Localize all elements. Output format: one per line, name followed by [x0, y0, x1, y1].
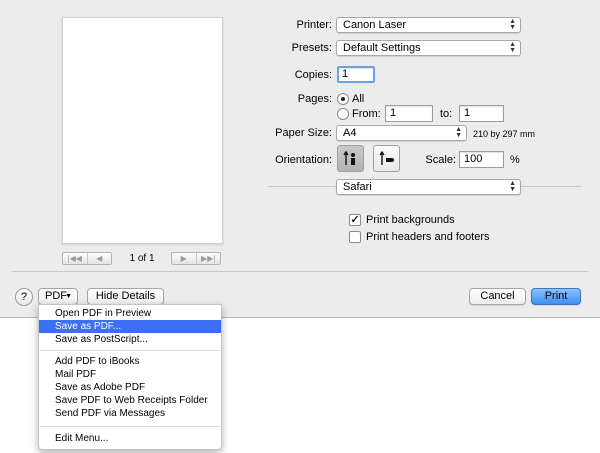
pages-from-label: From:: [352, 108, 381, 120]
copies-label: Copies:: [294, 69, 332, 81]
print-dialog: |◀◀ ◀ 1 of 1 ▶ ▶▶| Printer: Canon Laser …: [0, 0, 600, 318]
preview-back-buttons: |◀◀ ◀: [62, 252, 112, 265]
pages-to-field[interactable]: 1: [459, 105, 504, 122]
pdf-menu-button[interactable]: PDF ▼: [38, 288, 78, 305]
menu-separator: [40, 350, 220, 351]
menu-item-save-pdf-web-receipts[interactable]: Save PDF to Web Receipts Folder: [39, 394, 221, 407]
first-page-icon[interactable]: |◀◀: [63, 253, 87, 264]
paper-size-value: A4: [343, 127, 357, 139]
app-section-popup[interactable]: Safari ▲ ▼: [336, 179, 521, 195]
printer-label: Printer:: [296, 19, 332, 31]
presets-popup[interactable]: Default Settings ▲ ▼: [336, 40, 521, 56]
pages-all-radio[interactable]: [337, 93, 349, 105]
menu-item-save-as-postscript[interactable]: Save as PostScript...: [39, 333, 221, 346]
popup-arrows-icon: ▲ ▼: [509, 18, 516, 31]
menu-separator: [40, 426, 220, 427]
popup-arrows-icon: ▲ ▼: [509, 180, 516, 193]
popup-arrows-icon: ▲ ▼: [509, 41, 516, 54]
pages-label: Pages:: [297, 93, 332, 105]
presets-label: Presets:: [291, 42, 332, 54]
menu-item-save-as-pdf[interactable]: Save as PDF...: [39, 320, 221, 333]
orientation-portrait-button[interactable]: [337, 145, 364, 172]
presets-value: Default Settings: [343, 42, 421, 54]
popup-arrows-icon: ▲ ▼: [455, 126, 462, 139]
printer-popup[interactable]: Canon Laser ▲ ▼: [336, 17, 521, 33]
menu-item-send-pdf-via-messages[interactable]: Send PDF via Messages: [39, 407, 221, 420]
app-section-value: Safari: [343, 181, 372, 193]
footer-divider: [12, 271, 588, 272]
print-backgrounds-label: Print backgrounds: [366, 214, 455, 226]
pages-from-field[interactable]: 1: [385, 105, 433, 122]
printer-value: Canon Laser: [343, 19, 406, 31]
cancel-button[interactable]: Cancel: [469, 288, 526, 305]
chevron-down-icon: ▼: [65, 293, 72, 300]
print-preview-page: [62, 17, 223, 244]
print-backgrounds-checkbox[interactable]: ✓: [349, 214, 361, 226]
print-button[interactable]: Print: [531, 288, 581, 305]
menu-item-add-pdf-to-ibooks[interactable]: Add PDF to iBooks: [39, 355, 221, 368]
print-headers-footers-checkbox[interactable]: [349, 231, 361, 243]
previous-page-icon[interactable]: ◀: [86, 253, 112, 264]
pages-all-label: All: [352, 93, 365, 105]
menu-item-save-as-adobe-pdf[interactable]: Save as Adobe PDF: [39, 381, 221, 394]
pages-to-label: to:: [440, 108, 453, 120]
scale-field[interactable]: 100: [459, 151, 504, 168]
menu-item-mail-pdf[interactable]: Mail PDF: [39, 368, 221, 381]
paper-size-label: Paper Size:: [275, 127, 332, 139]
copies-field[interactable]: 1: [337, 66, 375, 83]
pdf-button-label: PDF: [45, 290, 67, 302]
orientation-label: Orientation:: [275, 154, 332, 166]
hide-details-button[interactable]: Hide Details: [87, 288, 164, 305]
next-page-icon[interactable]: ▶: [172, 253, 196, 264]
landscape-icon: [378, 150, 394, 165]
pages-from-radio[interactable]: [337, 108, 349, 120]
scale-label: Scale:: [425, 154, 456, 166]
portrait-icon: [342, 150, 355, 165]
scale-unit: %: [510, 154, 520, 166]
print-headers-footers-label: Print headers and footers: [366, 231, 490, 243]
menu-item-open-pdf-in-preview[interactable]: Open PDF in Preview: [39, 307, 221, 320]
menu-item-edit-menu[interactable]: Edit Menu...: [39, 432, 221, 445]
page-count-label: 1 of 1: [129, 253, 155, 264]
paper-size-popup[interactable]: A4 ▲ ▼: [336, 125, 467, 141]
help-button[interactable]: ?: [15, 288, 33, 306]
paper-dimensions: 210 by 297 mm: [473, 129, 536, 139]
pdf-dropdown-menu: Open PDF in Preview Save as PDF... Save …: [38, 304, 222, 450]
orientation-landscape-button[interactable]: [373, 145, 400, 172]
preview-forward-buttons: ▶ ▶▶|: [171, 252, 221, 265]
last-page-icon[interactable]: ▶▶|: [195, 253, 221, 264]
